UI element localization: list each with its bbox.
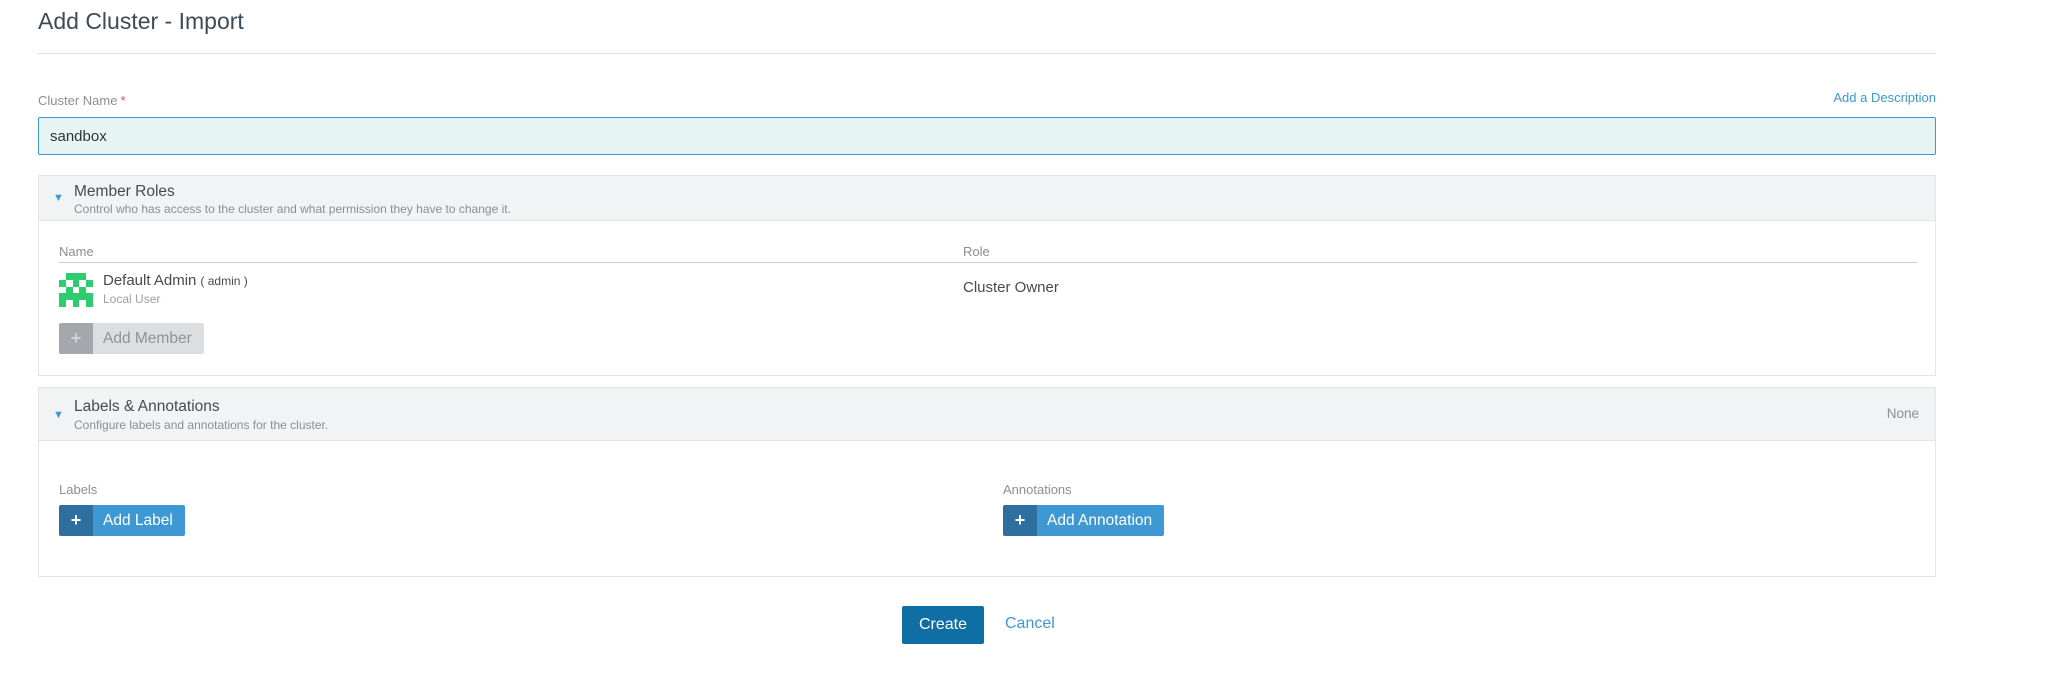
member-name: Default Admin( admin ) — [103, 272, 248, 289]
avatar-pixel — [59, 286, 66, 294]
avatar-pixel — [65, 279, 73, 287]
add-description-link[interactable]: Add a Description — [1833, 90, 1936, 105]
avatar-pixel — [86, 273, 93, 280]
plus-icon: + — [59, 505, 93, 536]
member-role: Cluster Owner — [963, 279, 1059, 296]
avatar-pixel — [59, 300, 66, 307]
title-divider — [38, 53, 1936, 54]
labels-annotations-panel: ▼ Labels & Annotations Configure labels … — [38, 387, 1936, 577]
avatar-pixel — [65, 293, 73, 301]
avatar-pixel — [79, 273, 87, 280]
cluster-name-label: Cluster Name * — [38, 93, 126, 108]
add-member-button[interactable]: + Add Member — [59, 323, 204, 354]
member-login: ( admin ) — [200, 274, 248, 288]
member-roles-title: Member Roles — [74, 183, 175, 200]
avatar-pixel — [86, 300, 93, 307]
member-roles-header[interactable]: ▼ Member Roles Control who has access to… — [39, 176, 1935, 221]
member-roles-panel: ▼ Member Roles Control who has access to… — [38, 175, 1936, 376]
add-annotation-text: Add Annotation — [1037, 505, 1165, 536]
column-header-name: Name — [59, 244, 94, 259]
cluster-name-input[interactable] — [38, 117, 1936, 155]
required-marker: * — [120, 93, 126, 108]
plus-icon: + — [59, 323, 93, 354]
avatar-pixel — [79, 293, 87, 301]
page-title: Add Cluster - Import — [38, 8, 244, 34]
avatar-pixel — [72, 279, 80, 287]
plus-icon: + — [1003, 505, 1037, 536]
expand-toggle-icon[interactable]: ▼ — [53, 192, 64, 204]
member-display-name: Default Admin — [103, 272, 197, 289]
avatar-pixel — [59, 279, 66, 287]
labels-heading: Labels — [59, 482, 98, 497]
add-label-text: Add Label — [93, 505, 185, 536]
avatar-pixel — [72, 286, 80, 294]
avatar — [59, 273, 93, 307]
avatar-pixel — [72, 293, 80, 301]
avatar-pixel — [65, 300, 73, 307]
labels-annotations-status: None — [1886, 406, 1919, 421]
add-annotation-button[interactable]: + Add Annotation — [1003, 505, 1165, 536]
avatar-pixel — [86, 293, 93, 301]
labels-annotations-title: Labels & Annotations — [74, 398, 220, 415]
avatar-pixel — [86, 279, 93, 287]
avatar-pixel — [86, 286, 93, 294]
avatar-pixel — [79, 300, 87, 307]
member-type: Local User — [103, 292, 161, 306]
avatar-pixel — [72, 300, 80, 307]
expand-toggle-icon[interactable]: ▼ — [53, 409, 64, 421]
add-label-button[interactable]: + Add Label — [59, 505, 185, 536]
avatar-pixel — [79, 286, 87, 294]
cluster-name-label-text: Cluster Name — [38, 93, 118, 108]
avatar-pixel — [59, 273, 66, 280]
avatar-pixel — [72, 273, 80, 280]
annotations-heading: Annotations — [1003, 482, 1072, 497]
avatar-pixel — [79, 279, 87, 287]
cancel-link[interactable]: Cancel — [1005, 615, 1055, 633]
table-header-rule — [59, 262, 1917, 263]
member-roles-subtitle: Control who has access to the cluster an… — [74, 202, 511, 216]
avatar-pixel — [65, 273, 73, 280]
labels-annotations-header[interactable]: ▼ Labels & Annotations Configure labels … — [39, 388, 1935, 441]
create-button[interactable]: Create — [902, 606, 984, 644]
avatar-pixel — [65, 286, 73, 294]
avatar-pixel — [59, 293, 66, 301]
column-header-role: Role — [963, 244, 990, 259]
labels-annotations-subtitle: Configure labels and annotations for the… — [74, 418, 329, 432]
add-member-label: Add Member — [93, 323, 204, 354]
